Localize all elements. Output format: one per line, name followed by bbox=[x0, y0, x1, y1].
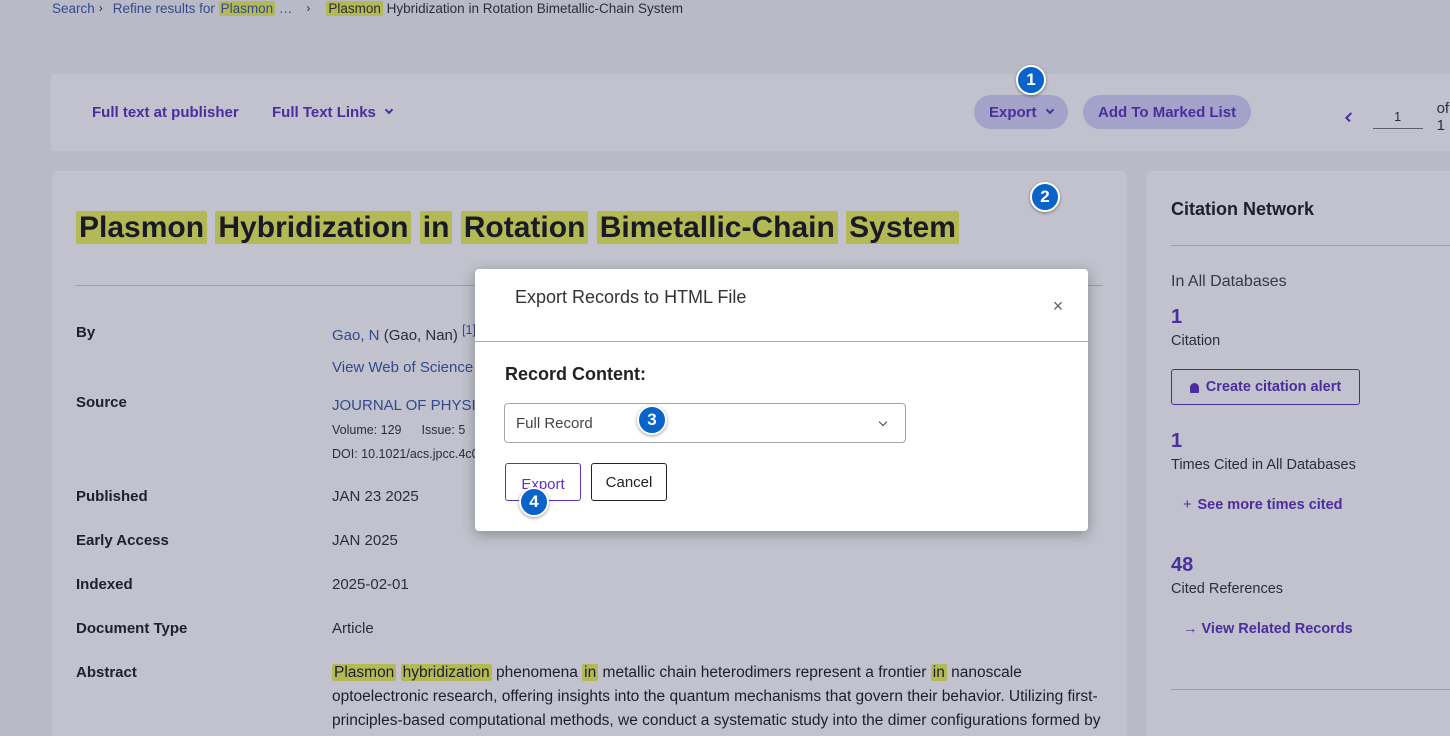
export-modal: Export Records to HTML File × Record Con… bbox=[475, 269, 1088, 531]
step-marker: 1 bbox=[1016, 65, 1046, 95]
record-content-select[interactable]: Full Record bbox=[504, 403, 906, 443]
step-marker: 4 bbox=[519, 487, 549, 517]
record-content-label: Record Content: bbox=[505, 364, 646, 384]
record-content-selected: Full Record bbox=[516, 414, 593, 432]
close-icon[interactable]: × bbox=[1049, 297, 1067, 315]
modal-title: Export Records to HTML File bbox=[515, 287, 747, 307]
cancel-button[interactable]: Cancel bbox=[591, 463, 667, 501]
step-marker: 2 bbox=[1030, 182, 1060, 212]
step-marker: 3 bbox=[637, 405, 667, 435]
modal-divider bbox=[475, 341, 1088, 342]
chevron-down-icon bbox=[878, 417, 888, 427]
